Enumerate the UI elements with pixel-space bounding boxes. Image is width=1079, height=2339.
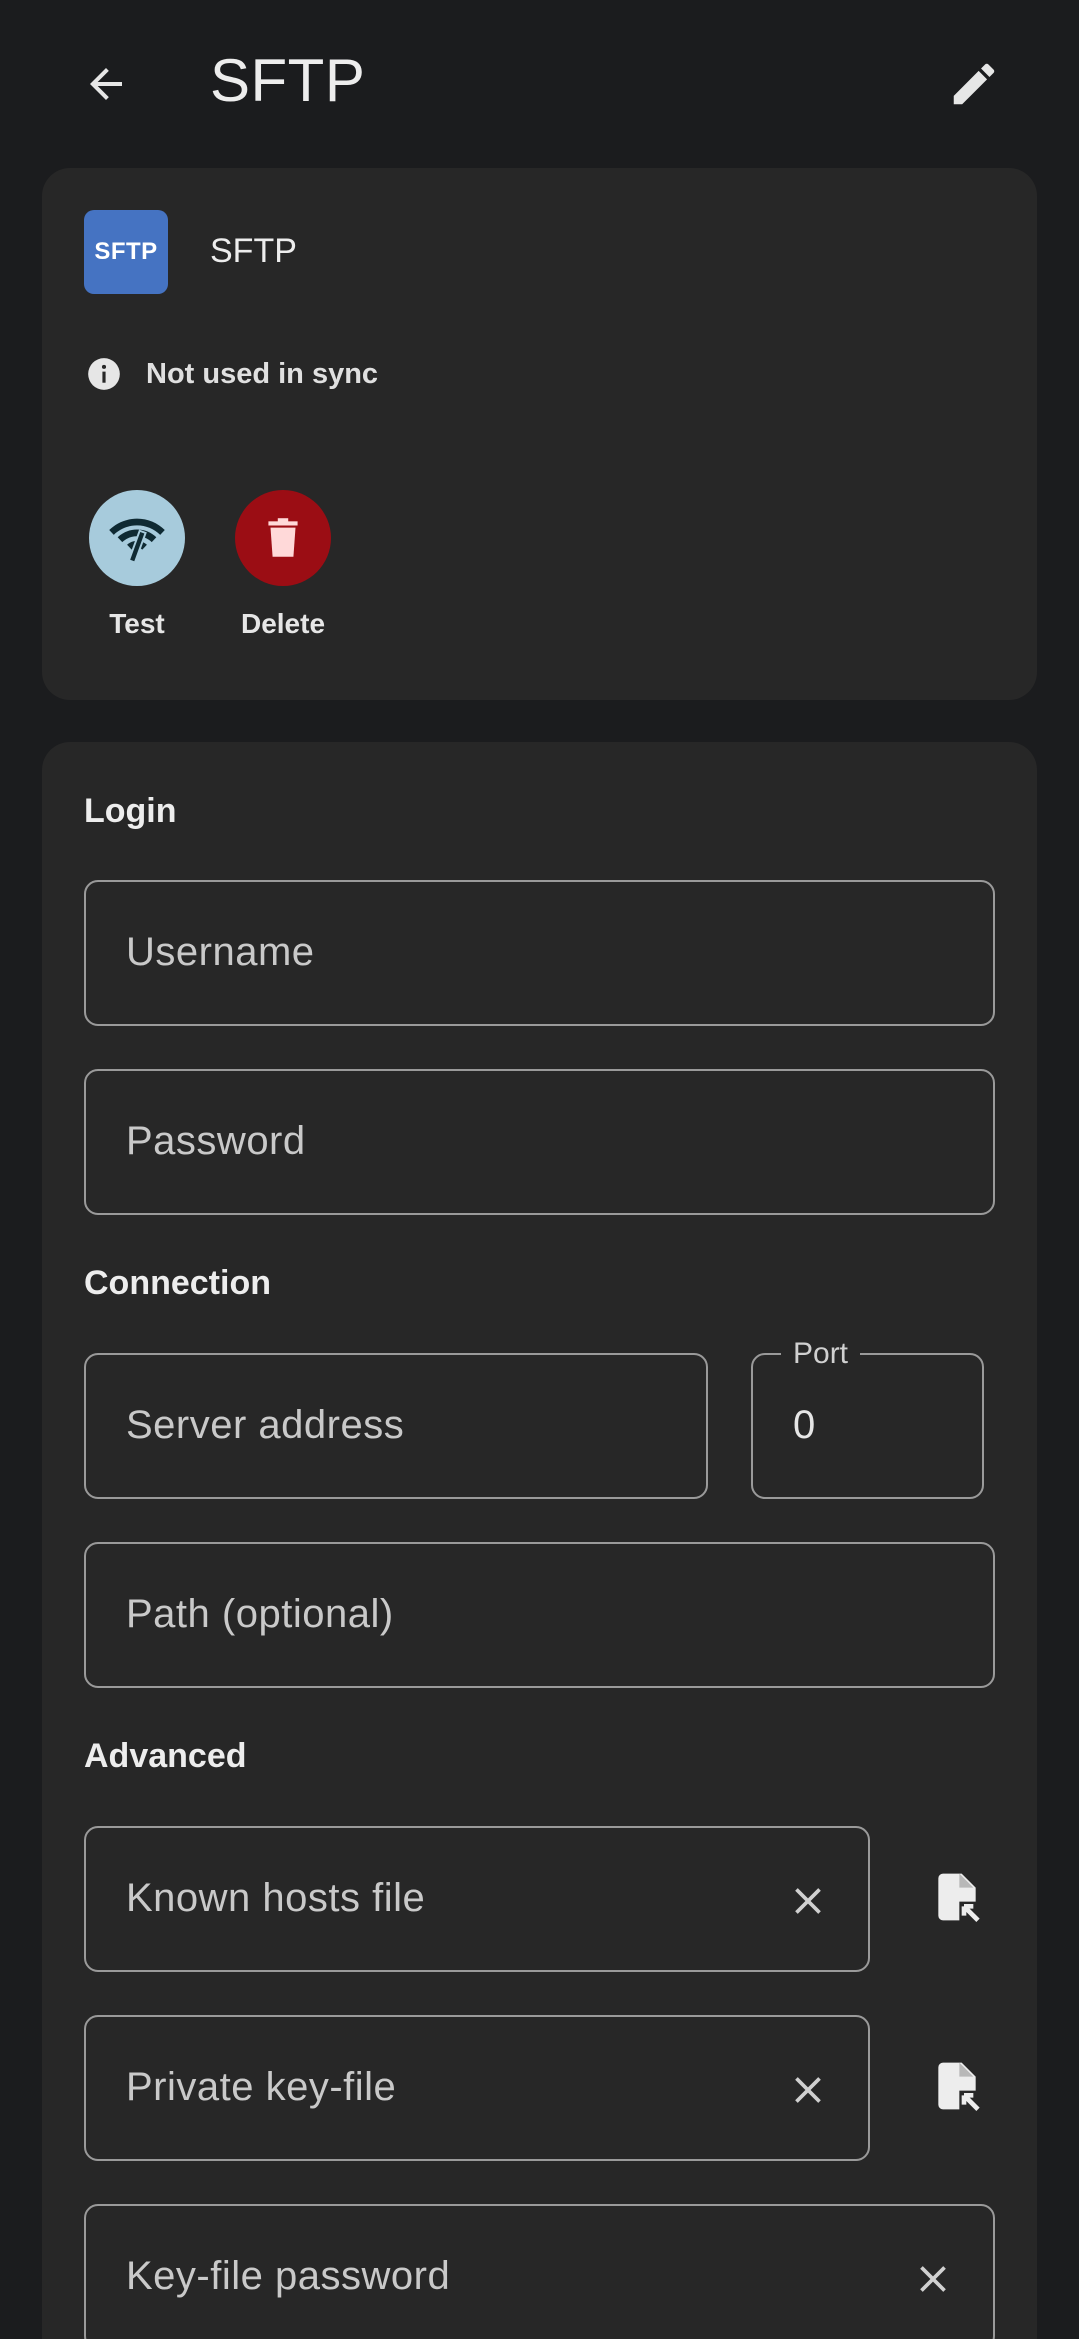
server-address-placeholder: Server address <box>126 1403 405 1447</box>
sftp-logo: SFTP <box>84 210 168 294</box>
wifi-off-icon <box>109 518 165 564</box>
page-title: SFTP <box>210 47 366 114</box>
provider-card: SFTP SFTP Not used in sync Test Delete <box>42 168 1037 700</box>
info-icon <box>84 354 124 394</box>
close-icon <box>795 1888 821 1914</box>
clear-private-key-button[interactable] <box>778 2060 838 2120</box>
arrow-back-icon <box>90 68 122 100</box>
edit-button[interactable] <box>938 48 1010 120</box>
username-field[interactable]: Username <box>84 880 995 1026</box>
port-value: 0 <box>793 1403 816 1447</box>
clear-known-hosts-button[interactable] <box>778 1871 838 1931</box>
delete-button-circle[interactable] <box>235 490 331 586</box>
private-key-placeholder: Private key-file <box>126 2065 397 2109</box>
sftp-settings-screen: SFTP SFTP SFTP Not used in sync Test Del… <box>0 0 1079 2339</box>
password-field[interactable]: Password <box>84 1069 995 1215</box>
connection-section-title: Connection <box>84 1264 271 1302</box>
close-icon <box>795 2077 821 2103</box>
private-key-field[interactable]: Private key-file <box>84 2015 870 2161</box>
trash-icon <box>268 518 298 557</box>
test-label: Test <box>109 608 165 639</box>
advanced-section-title: Advanced <box>84 1737 247 1775</box>
top-app-bar: SFTP <box>0 0 1079 168</box>
test-button[interactable]: Test <box>77 490 197 640</box>
sync-status: Not used in sync <box>84 354 378 394</box>
key-file-password-placeholder: Key-file password <box>126 2254 451 2298</box>
clear-key-file-password-button[interactable] <box>903 2249 963 2309</box>
known-hosts-field[interactable]: Known hosts file <box>84 1826 870 1972</box>
port-label: Port <box>781 1337 861 1371</box>
password-placeholder: Password <box>126 1119 306 1163</box>
file-open-icon <box>938 2062 980 2111</box>
settings-form-card: Login Username Password Connection Serve… <box>42 742 1037 2339</box>
path-placeholder: Path (optional) <box>126 1592 394 1636</box>
pick-private-key-button[interactable] <box>917 2046 997 2126</box>
username-placeholder: Username <box>126 930 315 974</box>
sync-status-text: Not used in sync <box>146 357 379 390</box>
delete-button[interactable]: Delete <box>223 490 343 640</box>
delete-label: Delete <box>240 608 326 639</box>
test-button-circle[interactable] <box>89 490 185 586</box>
key-file-password-field[interactable]: Key-file password <box>84 2204 995 2339</box>
file-open-icon <box>938 1873 980 1922</box>
close-icon <box>920 2266 946 2292</box>
pencil-icon <box>953 63 995 105</box>
login-section-title: Login <box>84 792 177 830</box>
known-hosts-placeholder: Known hosts file <box>126 1876 426 1920</box>
back-button[interactable] <box>70 48 142 120</box>
pick-known-hosts-button[interactable] <box>917 1857 997 1937</box>
port-field[interactable]: Port 0 <box>751 1337 984 1499</box>
provider-name: SFTP <box>210 232 297 270</box>
path-field[interactable]: Path (optional) <box>84 1542 995 1688</box>
server-address-field[interactable]: Server address <box>84 1353 708 1499</box>
